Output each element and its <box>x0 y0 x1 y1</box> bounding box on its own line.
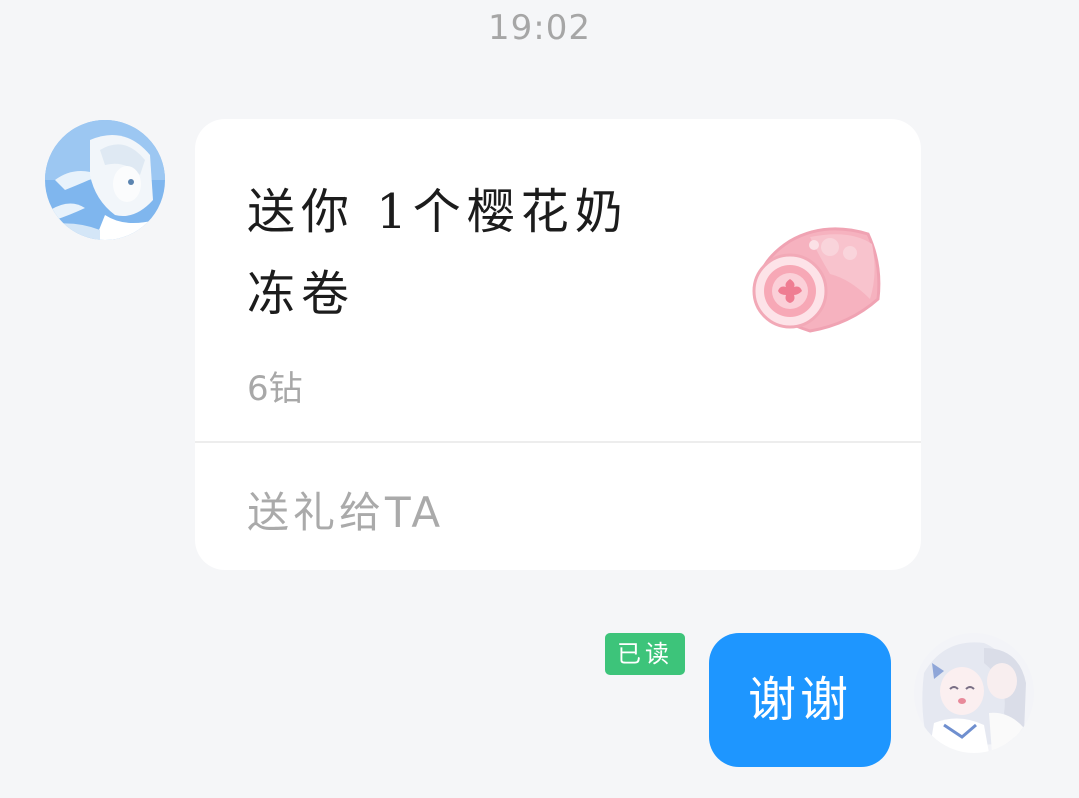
gift-price: 6钻 <box>247 369 303 409</box>
gift-title: 送你 1个樱花奶冻卷 <box>247 184 629 322</box>
read-status-badge: 已读 <box>605 633 685 675</box>
self-avatar-icon <box>914 633 1034 753</box>
gift-card-divider <box>195 441 921 443</box>
self-avatar[interactable] <box>914 633 1034 753</box>
user-avatar-icon <box>45 120 165 240</box>
sakura-roll-cake-icon <box>750 219 885 344</box>
message-timestamp: 19:02 <box>488 8 591 48</box>
gift-message-card[interactable]: 送你 1个樱花奶冻卷 6钻 送礼给TA <box>195 119 921 570</box>
send-gift-button[interactable]: 送礼给TA <box>247 479 444 540</box>
sender-avatar[interactable] <box>45 120 165 240</box>
outgoing-message-bubble[interactable]: 谢谢 <box>709 633 891 767</box>
